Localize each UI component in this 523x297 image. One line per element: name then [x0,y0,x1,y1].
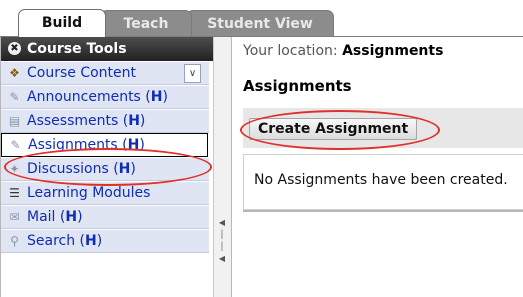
search-icon: ⚲ [10,234,19,248]
announcements-icon: ✎ [9,90,20,104]
breadcrumb: Your location: Assignments [243,43,443,59]
chevron-down-icon[interactable]: ∨ [184,64,201,83]
hotkey-h[interactable]: H [85,233,97,249]
empty-state-box: No Assignments have been created. [243,154,523,210]
hotkey-h[interactable]: H [65,209,77,225]
course-tools-title: Course Tools [27,41,127,57]
tab-student-view[interactable]: Student View [186,10,334,36]
sidebar-item-course-content[interactable]: ❖ Course Content ∨ [1,61,209,85]
tab-build[interactable]: Build [18,9,106,37]
empty-state-message: No Assignments have been created. [254,172,508,188]
sidebar-item-label: Assessments [27,113,119,129]
sidebar-item-mail[interactable]: ✉ Mail (H) [1,205,209,229]
learning-modules-icon: ☰ [9,186,20,200]
hotkey-h[interactable]: H [151,89,163,105]
annotation-ellipse-assignments [4,148,212,186]
collapse-arrow-icon[interactable]: ◀ │ │ ◀ [218,217,226,267]
frame-splitter[interactable]: ◀ │ │ ◀ [213,37,232,297]
assignments-icon: ✎ [10,138,21,152]
sidebar-item-label: Mail [27,209,56,225]
sidebar-item-search[interactable]: ⚲ Search (H) [1,229,209,253]
course-tools-panel: ✖ Course Tools ❖ Course Content ∨ ✎ Anno… [0,37,213,297]
course-content-icon: ❖ [9,66,20,80]
tab-teach[interactable]: Teach [100,10,192,36]
course-tools-header[interactable]: ✖ Course Tools [1,37,213,61]
page-title: Assignments [243,77,352,95]
sidebar-item-assessments[interactable]: ▤ Assessments (H) [1,109,209,133]
sidebar-item-label: Learning Modules [27,185,151,201]
mail-icon: ✉ [9,210,20,224]
hotkey-h[interactable]: H [128,113,140,129]
main-content: Your location: Assignments Assignments C… [233,37,523,297]
assessments-icon: ▤ [8,114,21,128]
breadcrumb-label: Your location: [243,43,338,59]
sidebar-item-announcements[interactable]: ✎ Announcements (H) [1,85,209,109]
sidebar-item-label: Course Content [27,65,137,81]
tab-strip: Build Teach Student View [0,0,523,37]
sidebar-item-label: Search [27,233,76,249]
annotation-ellipse-create [240,110,440,150]
sidebar-item-label: Announcements [27,89,141,105]
breadcrumb-current: Assignments [342,43,444,59]
collapse-circle-icon[interactable]: ✖ [8,42,21,55]
